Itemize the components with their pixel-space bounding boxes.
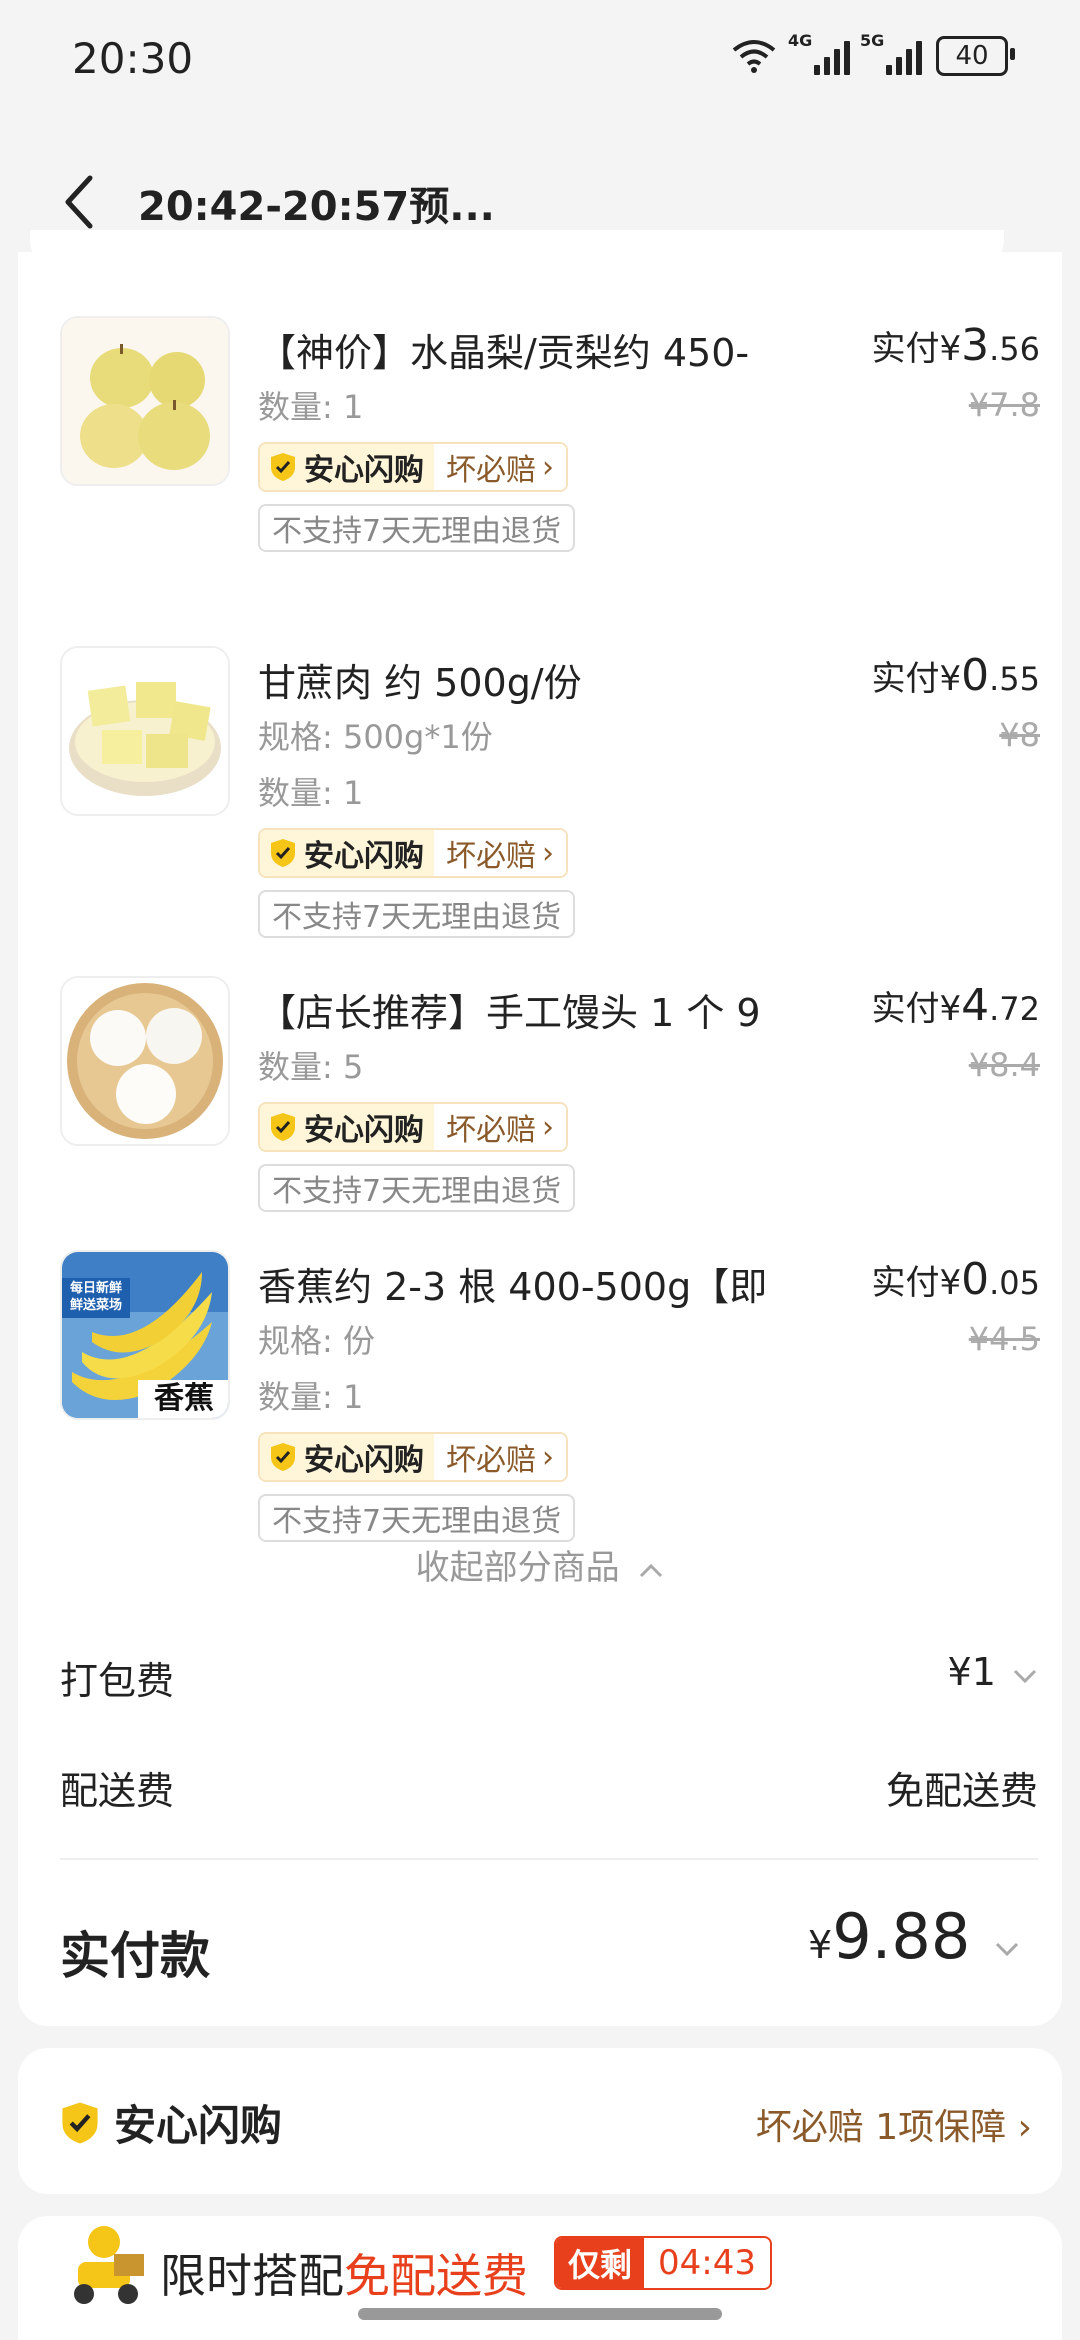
chevron-right-icon: › (542, 1109, 554, 1145)
promo-banner[interactable]: 限时搭配免配送费 仅剩 04:43 (18, 2216, 1062, 2340)
guarantee-badge[interactable]: 安心闪购 坏必赔 › (258, 1432, 568, 1482)
order-card: 【神价】水晶梨/贡梨约 450- 实付¥3.56 ¥7.8 数量: 1 安心闪购… (18, 252, 1062, 2026)
quantity: 数量: 5 (258, 1048, 364, 1086)
list-item[interactable]: 【店长推荐】手工馒头 1 个 9 实付¥4.72 ¥8.4 数量: 5 安心闪购… (60, 976, 1040, 1212)
original-price: ¥8.4 (968, 1046, 1040, 1084)
guarantee-card[interactable]: 安心闪购 坏必赔 1项保障 › (18, 2048, 1062, 2194)
chevron-right-icon: › (542, 1439, 554, 1475)
thumb-tag: 每日新鲜 鲜送菜场 (69, 1281, 122, 1313)
cellular-5g-signal-icon: 5G (860, 31, 922, 75)
chevron-left-icon (65, 175, 93, 229)
chevron-right-icon: › (542, 449, 554, 485)
no-return-tag: 不支持7天无理由退货 (258, 1164, 576, 1212)
thumb-label: 香蕉 (154, 1381, 214, 1416)
total-amount[interactable]: ¥9.88 (808, 1900, 1020, 1973)
quantity: 数量: 1 (258, 388, 364, 426)
paid-price: 实付¥4.72 (871, 980, 1040, 1031)
product-image-mantou[interactable] (60, 976, 230, 1146)
battery-icon: 40 (936, 36, 1015, 76)
paid-price: 实付¥0.05 (871, 1254, 1040, 1305)
guarantee-title: 安心闪购 (114, 2101, 283, 2150)
countdown-badge: 仅剩 04:43 (554, 2236, 772, 2290)
status-time: 20:30 (72, 34, 194, 83)
guarantee-badge[interactable]: 安心闪购 坏必赔 › (258, 442, 568, 492)
packing-fee-row[interactable]: 打包费 ¥1 (60, 1650, 1038, 1705)
chevron-down-icon (1013, 1669, 1037, 1684)
product-name: 【神价】水晶梨/贡梨约 450- (258, 331, 750, 375)
product-name: 甘蔗肉 约 500g/份 (258, 661, 582, 705)
collapse-items-button[interactable]: 收起部分商品 (18, 1540, 1062, 1589)
delivery-rider-icon (74, 2226, 144, 2304)
divider (60, 1858, 1038, 1860)
shield-check-icon (271, 1443, 295, 1471)
product-name: 香蕉约 2-3 根 400-500g【即 (258, 1265, 768, 1309)
guarantee-badge[interactable]: 安心闪购 坏必赔 › (258, 828, 568, 878)
home-indicator[interactable] (358, 2308, 722, 2320)
delivery-fee-row: 配送费 免配送费 (60, 1760, 1038, 1815)
quantity: 数量: 1 (258, 774, 364, 812)
original-price: ¥8 (999, 716, 1040, 754)
spec: 规格: 份 (258, 1322, 375, 1360)
original-price: ¥4.5 (968, 1320, 1040, 1358)
chevron-right-icon: › (542, 835, 554, 871)
wifi-icon (732, 40, 776, 73)
total-label: 实付款 (60, 1927, 210, 1985)
product-image-sugarcane[interactable] (60, 646, 230, 816)
list-item[interactable]: 【神价】水晶梨/贡梨约 450- 实付¥3.56 ¥7.8 数量: 1 安心闪购… (60, 316, 1040, 552)
product-image-pear[interactable] (60, 316, 230, 486)
countdown-timer: 04:43 (658, 2243, 756, 2283)
guarantee-detail-link[interactable]: 坏必赔 1项保障 › (756, 2098, 1032, 2150)
cellular-signal-icon: 4G (788, 31, 850, 75)
no-return-tag: 不支持7天无理由退货 (258, 890, 576, 938)
status-bar: 20:30 4G 5G 40 (0, 0, 1080, 120)
remain-label: 仅剩 (556, 2238, 645, 2288)
product-image-banana[interactable]: 每日新鲜 鲜送菜场 香蕉 (60, 1250, 230, 1420)
chevron-down-icon (995, 1942, 1019, 1957)
product-name: 【店长推荐】手工馒头 1 个 9 (258, 991, 761, 1035)
no-return-tag: 不支持7天无理由退货 (258, 1494, 576, 1542)
shield-check-icon (271, 839, 295, 867)
no-return-tag: 不支持7天无理由退货 (258, 504, 576, 552)
original-price: ¥7.8 (968, 386, 1040, 424)
chevron-up-icon (638, 1548, 664, 1588)
promo-text: 限时搭配免配送费 (160, 2249, 528, 2303)
shield-check-icon (271, 1113, 295, 1141)
list-item[interactable]: 每日新鲜 鲜送菜场 香蕉 香蕉约 2-3 根 400-500g【即 实付¥0.0… (60, 1250, 1040, 1542)
packing-fee-value: ¥1 (947, 1650, 996, 1694)
guarantee-badge[interactable]: 安心闪购 坏必赔 › (258, 1102, 568, 1152)
shield-check-icon (271, 453, 295, 481)
status-icons: 4G 5G 40 (730, 31, 1015, 76)
list-item[interactable]: 甘蔗肉 约 500g/份 实付¥0.55 ¥8 规格: 500g*1份 数量: … (60, 646, 1040, 938)
paid-price: 实付¥3.56 (871, 320, 1040, 371)
shield-check-icon (62, 2101, 98, 2144)
delivery-fee-value: 免配送费 (885, 1769, 1038, 1813)
chevron-right-icon: › (1006, 2107, 1032, 2148)
spec: 规格: 500g*1份 (258, 718, 493, 756)
quantity: 数量: 1 (258, 1378, 364, 1416)
paid-price: 实付¥0.55 (871, 650, 1040, 701)
page-title: 20:42-20:57预... (138, 184, 495, 230)
